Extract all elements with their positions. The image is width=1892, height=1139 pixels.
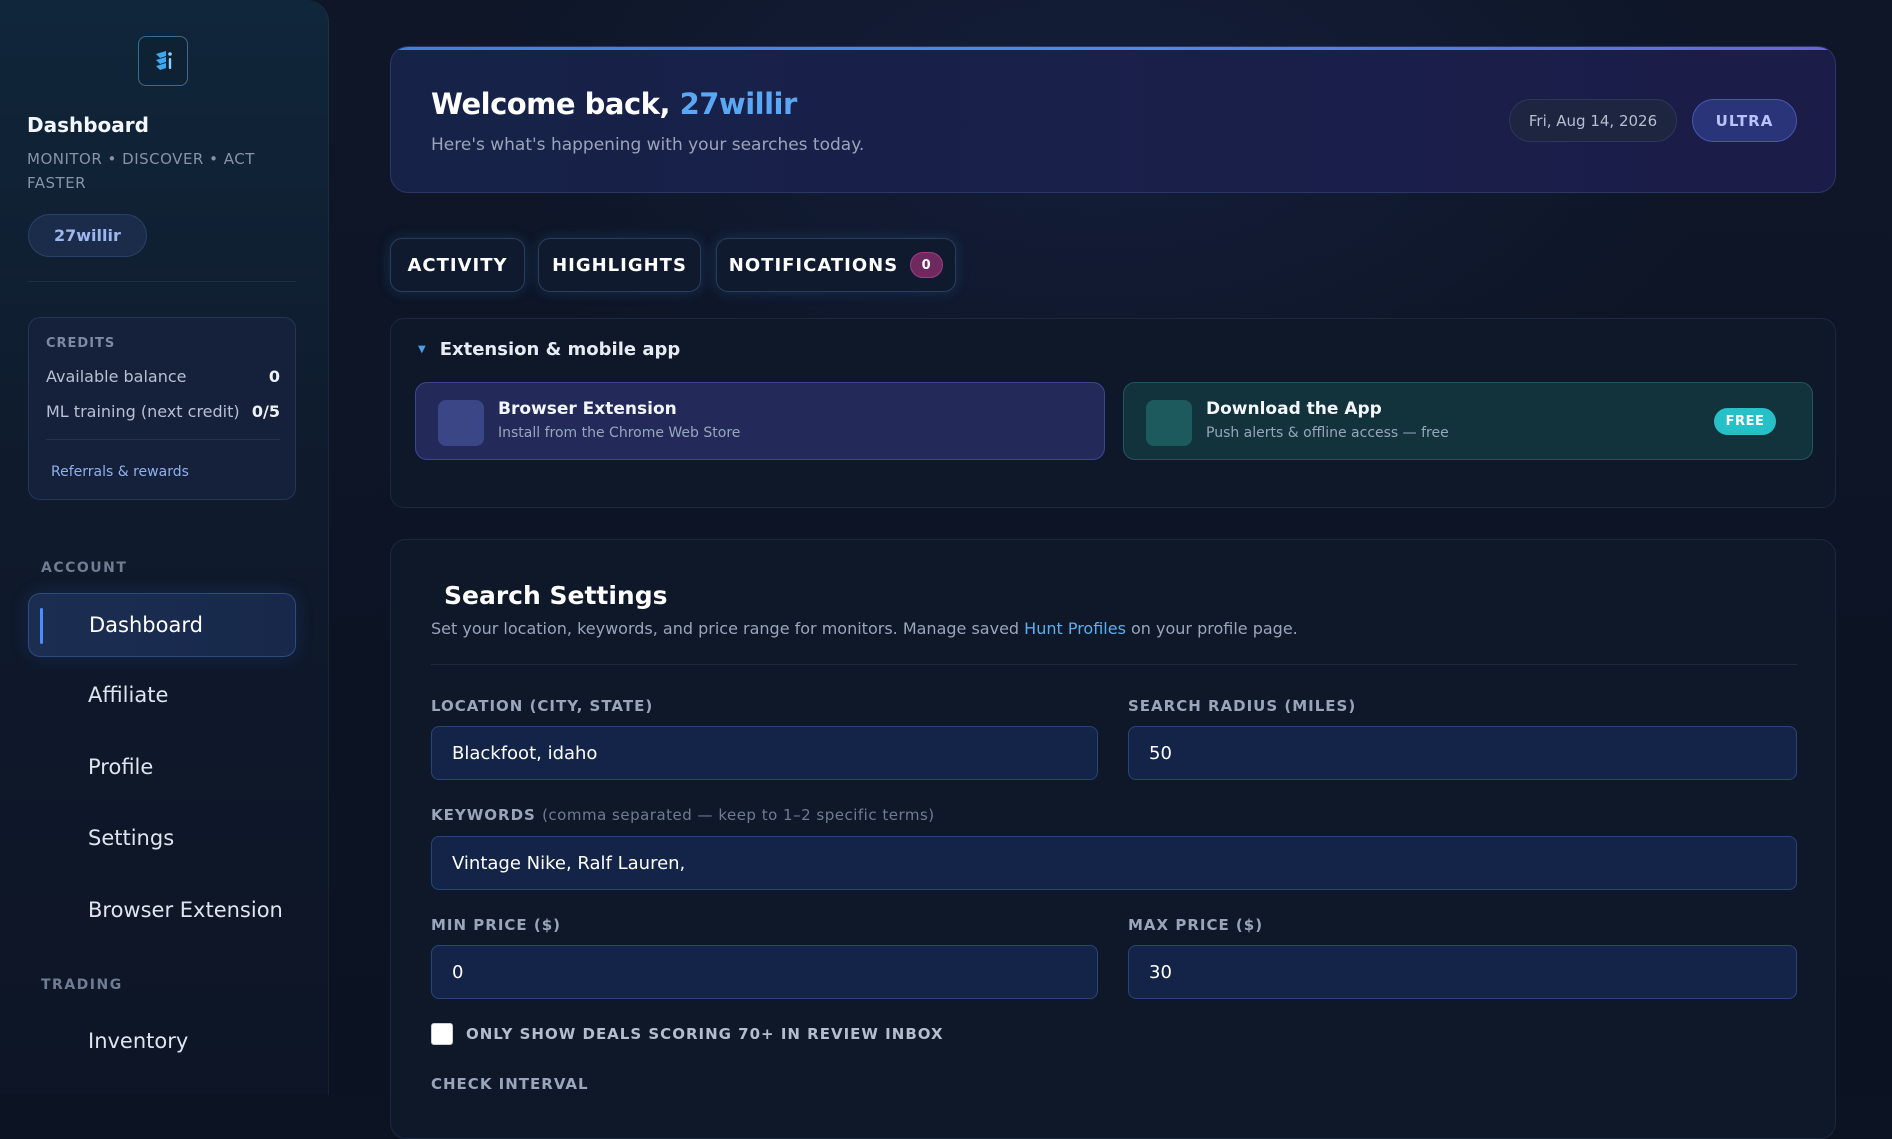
sidebar-item-label: Browser Extension [88, 898, 283, 922]
plan-badge[interactable]: ULTRA [1692, 99, 1797, 142]
location-input[interactable]: Blackfoot, idaho [431, 726, 1098, 780]
welcome-heading: Welcome back, 27willir [431, 87, 797, 121]
ml-training-value: 0/5 [251, 402, 280, 421]
search-settings-desc: Set your location, keywords, and price r… [431, 619, 1298, 638]
keywords-hint: (comma separated — keep to 1–2 specific … [542, 806, 935, 824]
referrals-link[interactable]: Referrals & rewards [51, 464, 189, 480]
tab-activity[interactable]: ACTIVITY [390, 238, 525, 292]
user-chip[interactable]: 27willir [28, 214, 147, 257]
sidebar-item-settings[interactable]: Settings [28, 806, 296, 870]
credits-card: CREDITS Available balance 0 ML training … [28, 317, 296, 500]
min-price-input[interactable]: 0 [431, 945, 1098, 999]
sidebar-title: Dashboard [27, 113, 149, 137]
sidebar-item-label: Profile [88, 755, 154, 779]
search-settings-title: Search Settings [444, 581, 668, 610]
credits-divider [46, 439, 280, 440]
max-price-label: MAX PRICE ($) [1128, 916, 1264, 934]
radius-label: SEARCH RADIUS (MILES) [1128, 697, 1357, 715]
credits-caption: CREDITS [46, 336, 116, 351]
sidebar-item-label: Dashboard [89, 613, 203, 637]
browser-extension-card[interactable]: Browser Extension Install from the Chrom… [415, 382, 1105, 460]
sidebar-item-affiliate[interactable]: Affiliate [28, 663, 296, 727]
hunt-profiles-link[interactable]: Hunt Profiles [1024, 619, 1126, 638]
welcome-prefix: Welcome back, [431, 87, 680, 121]
available-balance-value: 0 [268, 367, 280, 386]
welcome-username: 27willir [679, 87, 798, 121]
only-deals-label: ONLY SHOW DEALS SCORING 70+ IN REVIEW IN… [466, 1025, 944, 1043]
sidebar-divider [28, 281, 296, 282]
mobile-app-icon [1146, 400, 1192, 446]
keywords-input[interactable]: Vintage Nike, Ralf Lauren, [431, 836, 1797, 890]
tab-label: NOTIFICATIONS [728, 254, 899, 276]
extension-mobile-panel: ▼ Extension & mobile app Browser Extensi… [390, 318, 1836, 508]
notifications-count-badge: 0 [910, 252, 944, 278]
date-chip: Fri, Aug 14, 2026 [1509, 99, 1677, 142]
app-logo-icon[interactable] [138, 36, 188, 86]
only-deals-checkbox[interactable] [431, 1023, 453, 1045]
keywords-label-text: KEYWORDS [431, 806, 536, 824]
min-price-label: MIN PRICE ($) [431, 916, 562, 934]
tab-highlights[interactable]: HIGHLIGHTS [538, 238, 701, 292]
tab-label: HIGHLIGHTS [552, 254, 687, 276]
sidebar-tagline: MONITOR • DISCOVER • ACT FASTER [27, 150, 255, 192]
ml-training-row: ML training (next credit) 0/5 [46, 402, 280, 421]
download-app-desc: Push alerts & offline access — free [1206, 425, 1449, 441]
browser-extension-title: Browser Extension [498, 399, 677, 419]
caret-down-icon: ▼ [418, 344, 426, 355]
welcome-subtitle: Here's what's happening with your search… [431, 135, 865, 155]
radius-input[interactable]: 50 [1128, 726, 1797, 780]
desc-text-after: on your profile page. [1125, 619, 1298, 638]
max-price-input[interactable]: 30 [1128, 945, 1797, 999]
tab-notifications[interactable]: NOTIFICATIONS 0 [716, 238, 956, 292]
sidebar-item-label: Settings [88, 826, 175, 850]
sidebar-item-dashboard[interactable]: Dashboard [28, 593, 296, 657]
extension-panel-toggle[interactable]: ▼ Extension & mobile app [418, 339, 680, 360]
download-app-title: Download the App [1206, 399, 1382, 419]
sidebar: Dashboard MONITOR • DISCOVER • ACT FASTE… [0, 0, 329, 1095]
search-settings-panel: Search Settings Set your location, keywo… [390, 539, 1836, 1139]
download-app-card[interactable]: Download the App Push alerts & offline a… [1123, 382, 1813, 460]
keywords-label: KEYWORDS (comma separated — keep to 1–2 … [431, 806, 935, 824]
check-interval-label: CHECK INTERVAL [431, 1075, 589, 1093]
desc-text-before: Set your location, keywords, and price r… [431, 619, 1025, 638]
sidebar-item-browser-extension[interactable]: Browser Extension [28, 878, 296, 942]
free-badge: FREE [1714, 408, 1776, 435]
only-deals-option: ONLY SHOW DEALS SCORING 70+ IN REVIEW IN… [431, 1023, 944, 1045]
sidebar-item-profile[interactable]: Profile [28, 735, 296, 799]
welcome-banner: Welcome back, 27willir Here's what's hap… [390, 46, 1836, 193]
browser-extension-desc: Install from the Chrome Web Store [498, 425, 741, 441]
available-balance-row: Available balance 0 [46, 367, 280, 386]
sidebar-item-label: Inventory [88, 1029, 189, 1053]
sidebar-item-label: Affiliate [88, 683, 169, 707]
section-trading: TRADING [41, 977, 123, 993]
available-balance-label: Available balance [46, 367, 187, 386]
tab-label: ACTIVITY [407, 254, 508, 276]
ml-training-label: ML training (next credit) [46, 402, 240, 421]
sidebar-item-inventory[interactable]: Inventory [28, 1009, 296, 1073]
location-label: LOCATION (CITY, STATE) [431, 697, 654, 715]
active-indicator [40, 608, 43, 644]
browser-extension-icon [438, 400, 484, 446]
section-account: ACCOUNT [41, 560, 128, 576]
extension-panel-title: Extension & mobile app [439, 339, 681, 360]
settings-divider [431, 664, 1797, 665]
